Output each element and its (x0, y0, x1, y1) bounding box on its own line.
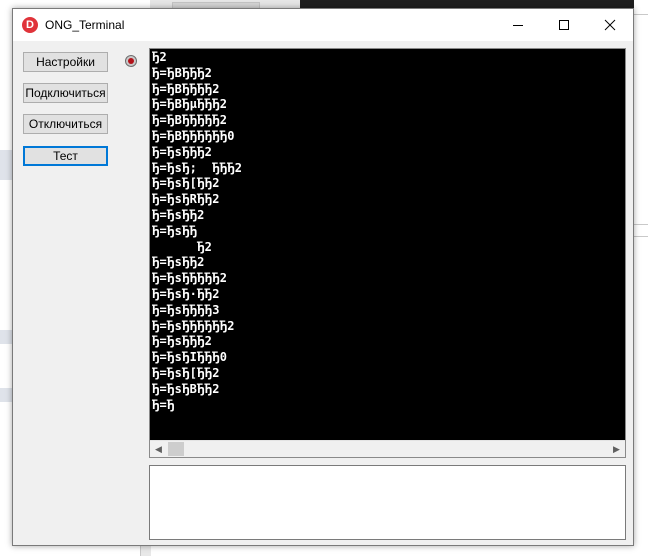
window-title: ONG_Terminal (45, 18, 125, 32)
terminal-line: Ђ=ЂsЂ[ЂЂ2 (152, 365, 220, 380)
background-left-strip (0, 0, 12, 556)
close-button[interactable] (587, 9, 633, 41)
settings-button[interactable]: Настройки (23, 52, 108, 72)
connection-status-indicator (125, 55, 137, 67)
terminal-line: Ђ=ЂВЂµЂЂЂ2 (152, 97, 228, 112)
terminal-line: Ђ=ЂsЂВЂЂ2 (152, 381, 220, 396)
terminal-line: Ђ=ЂsЂЂЂЂЂЂ2 (152, 318, 235, 333)
scrollbar-thumb[interactable] (168, 442, 184, 456)
terminal-line: Ђ=ЂВЂЂЂЂЂ2 (152, 113, 228, 128)
terminal-line: Ђ=ЂsЂRЂЂ2 (152, 192, 220, 207)
background-line (634, 224, 648, 225)
terminal-line: Ђ=ЂsЂЂ (152, 223, 198, 238)
terminal-line: Ђ=ЂsЂЂЂ2 (152, 334, 213, 349)
terminal-line: Ђ=ЂВЂЂЂ2 (152, 65, 213, 80)
minimize-button[interactable] (495, 9, 541, 41)
terminal-output[interactable]: Ђ2 Ђ=ЂВЂЂЂ2 Ђ=ЂВЂЂЂЂ2 Ђ=ЂВЂµЂЂЂ2 Ђ=ЂВЂЂЂЂЂ2 Ђ… (149, 48, 626, 458)
disconnect-button[interactable]: Отключиться (23, 114, 108, 134)
maximize-button[interactable] (541, 9, 587, 41)
terminal-line: Ђ=Ђ (152, 397, 175, 412)
terminal-line: Ђ2 (152, 50, 168, 64)
terminal-line: Ђ=ЂsЂ·ЂЂ2 (152, 286, 220, 301)
terminal-line: Ђ=ЂsЂ[ЂЂ2 (152, 176, 220, 191)
command-input[interactable] (149, 465, 626, 540)
terminal-line: Ђ=ЂsЂЂЂЂ3 (152, 302, 220, 317)
terminal-line: Ђ=ЂВЂЂЂЂЂЂ0 (152, 128, 235, 143)
background-block (0, 388, 12, 402)
terminal-line: Ђ=ЂsЂЂЂ2 (152, 144, 213, 159)
test-button[interactable]: Тест (23, 146, 108, 166)
background-line (634, 14, 648, 15)
background-edge (140, 546, 151, 556)
terminal-line: Ђ2 (152, 239, 213, 254)
terminal-window: D ONG_Terminal Настройки Подключиться От… (12, 8, 634, 546)
terminal-line: Ђ=ЂsЂЂ2 (152, 255, 205, 270)
background-right-strip (634, 0, 648, 556)
connect-button[interactable]: Подключиться (23, 83, 108, 103)
terminal-text[interactable]: Ђ2 Ђ=ЂВЂЂЂ2 Ђ=ЂВЂЂЂЂ2 Ђ=ЂВЂµЂЂЂ2 Ђ=ЂВЂЂЂЂЂ2 Ђ… (152, 50, 622, 438)
maximize-icon (559, 20, 569, 30)
terminal-line: Ђ=ЂsЂ; ЂЂЂ2 (152, 160, 243, 175)
background-block (0, 330, 12, 344)
terminal-line: Ђ=ЂsЂЂ2 (152, 207, 205, 222)
terminal-line: Ђ=ЂsЂЂЂЂЂ2 (152, 271, 228, 286)
title-bar[interactable]: D ONG_Terminal (13, 9, 633, 41)
horizontal-scrollbar[interactable]: ◀ ▶ (150, 440, 625, 457)
background-line (634, 236, 648, 237)
background-block (0, 150, 12, 180)
minimize-icon (513, 25, 523, 26)
status-dot-icon (128, 58, 134, 64)
chevron-left-icon[interactable]: ◀ (150, 441, 167, 457)
terminal-line: Ђ=ЂsЂIЂЂЂ0 (152, 350, 228, 365)
app-logo-icon: D (22, 17, 38, 33)
chevron-right-icon[interactable]: ▶ (608, 441, 625, 457)
close-icon (604, 19, 616, 31)
terminal-line: Ђ=ЂВЂЂЂЂ2 (152, 81, 220, 96)
background-bottom-strip (0, 546, 648, 556)
